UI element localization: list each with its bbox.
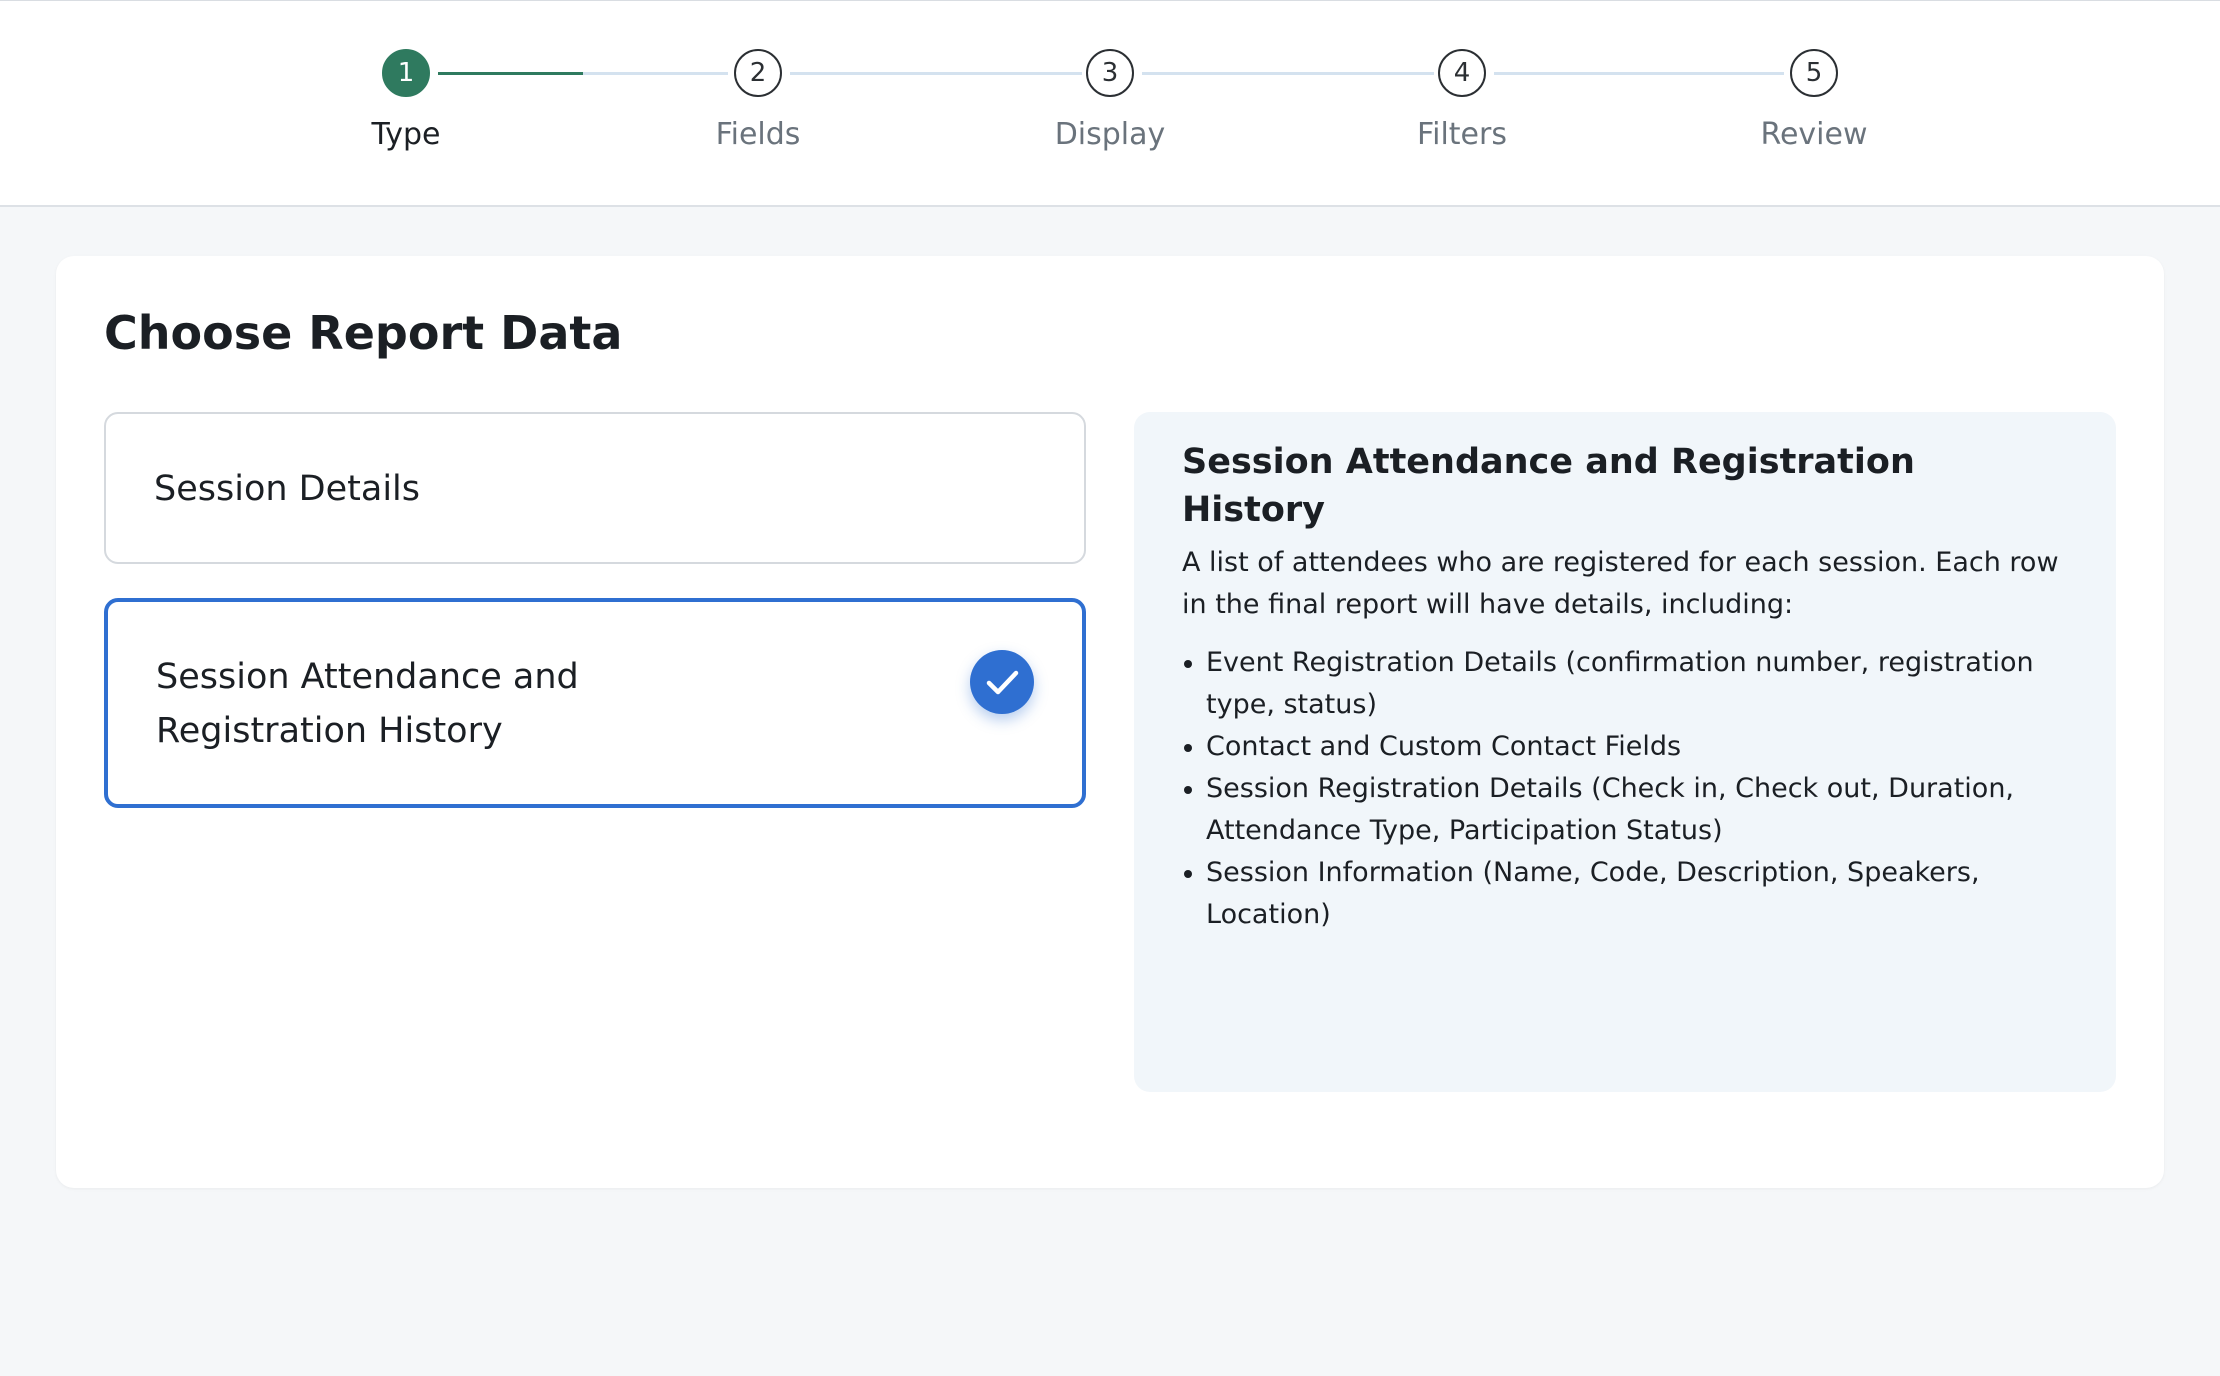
step-label: Review bbox=[1760, 117, 1868, 152]
list-item: Session Registration Details (Check in, … bbox=[1182, 768, 2068, 852]
step-fields[interactable]: 2 Fields bbox=[638, 49, 878, 152]
step-number: 5 bbox=[1790, 49, 1838, 97]
step-number: 1 bbox=[382, 49, 430, 97]
description-title: Session Attendance and Registration Hist… bbox=[1182, 442, 1915, 530]
step-filters[interactable]: 4 Filters bbox=[1342, 49, 1582, 152]
list-item: Event Registration Details (confirmation… bbox=[1182, 642, 2068, 726]
step-label: Type bbox=[371, 117, 441, 152]
report-wizard-stepper: 1 Type 2 Fields 3 Display 4 Filters 5 Re… bbox=[0, 0, 2220, 207]
step-number: 4 bbox=[1438, 49, 1486, 97]
step-review[interactable]: 5 Review bbox=[1694, 49, 1934, 152]
description-body: A list of attendees who are registered f… bbox=[1182, 547, 2059, 620]
option-label: Session Attendance and Registration Hist… bbox=[156, 650, 579, 758]
option-session-details[interactable]: Session Details bbox=[104, 412, 1086, 564]
step-number: 3 bbox=[1086, 49, 1134, 97]
step-label: Fields bbox=[715, 117, 801, 152]
report-description-panel: Session Attendance and Registration Hist… bbox=[1134, 412, 2116, 1092]
report-type-card: Choose Report Data Session Details Sessi… bbox=[56, 256, 2164, 1188]
option-label-line-2: Registration History bbox=[156, 711, 503, 751]
step-label: Filters bbox=[1417, 117, 1507, 152]
option-label: Session Details bbox=[154, 469, 421, 509]
list-item: Contact and Custom Contact Fields bbox=[1182, 726, 2068, 768]
check-circle-icon bbox=[970, 650, 1034, 714]
step-type[interactable]: 1 Type bbox=[286, 49, 526, 152]
list-item: Session Information (Name, Code, Descrip… bbox=[1182, 852, 2068, 936]
description-list: Event Registration Details (confirmation… bbox=[1182, 642, 2068, 936]
step-display[interactable]: 3 Display bbox=[990, 49, 1230, 152]
page-title: Choose Report Data bbox=[104, 306, 623, 360]
option-session-attendance-history[interactable]: Session Attendance and Registration Hist… bbox=[104, 598, 1086, 808]
step-label: Display bbox=[1054, 117, 1166, 152]
step-number: 2 bbox=[734, 49, 782, 97]
option-label-line-1: Session Attendance and bbox=[156, 657, 579, 697]
